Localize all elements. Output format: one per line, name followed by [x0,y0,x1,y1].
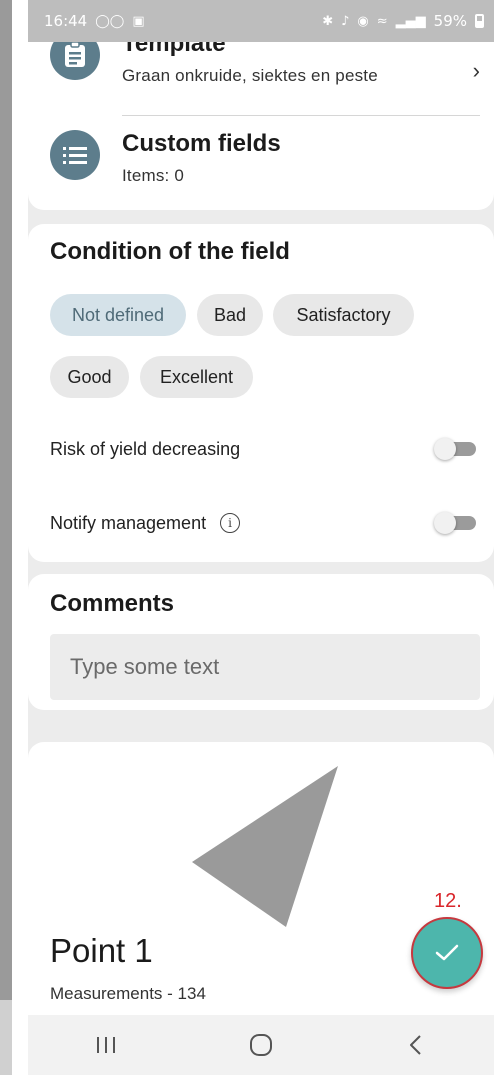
confirm-button[interactable] [411,917,483,989]
notify-row: Notify management i [50,512,480,534]
divider [122,115,480,116]
wifi-icon: ≈ [376,13,388,29]
point-card[interactable]: Point 1 Measurements - 134 [28,742,494,1042]
check-icon [435,944,459,961]
notify-toggle[interactable] [434,512,476,534]
list-icon [50,130,100,180]
point-subtitle: Measurements - 134 [50,984,206,1003]
battery-percent: 59% [433,12,467,30]
comments-card: Comments [28,574,494,710]
chip-bad[interactable]: Bad [197,294,263,336]
image-icon: ▣ [132,13,145,29]
home-icon [249,1034,272,1056]
risk-row: Risk of yield decreasing [50,438,480,460]
custom-fields-row[interactable]: Custom fields Items: 0 [50,130,480,186]
chevron-right-icon: › [472,58,480,83]
condition-title: Condition of the field [50,238,290,265]
custom-fields-title: Custom fields [122,130,281,157]
chip-good[interactable]: Good [50,356,129,398]
left-edge-strip-bottom [0,1000,12,1075]
left-edge-strip [0,0,12,1000]
chip-not-defined[interactable]: Not defined [50,294,186,336]
back-icon [410,1035,422,1055]
location-icon: ◉ [357,13,369,29]
signal-icon: ▂▄▆ [395,13,426,29]
template-subtitle: Graan onkruide, siektes en peste [122,66,378,85]
risk-label: Risk of yield decreasing [50,438,241,459]
notify-label-wrap: Notify management i [50,512,241,534]
comments-title: Comments [50,590,175,617]
battery-icon [475,14,484,28]
bluetooth-icon: ✱ [322,13,334,29]
mute-icon: ♪ [341,13,350,29]
voicemail-icon: ◯◯ [95,13,125,29]
recents-icon [96,1037,115,1053]
shape-preview-icon [192,766,338,927]
custom-fields-subtitle: Items: 0 [122,166,185,185]
chip-satisfactory[interactable]: Satisfactory [273,294,414,336]
system-nav-bar [28,1015,494,1075]
info-icon[interactable]: i [220,513,241,533]
phone-screen: 16:44 ◯◯ ▣ ✱ ♪ ◉ ≈ ▂▄▆ 59% Template Graa… [28,0,494,1075]
risk-toggle[interactable] [434,438,476,460]
condition-card: Condition of the field Not defined Bad S… [28,224,494,562]
comments-input[interactable] [50,634,480,700]
status-bar: 16:44 ◯◯ ▣ ✱ ♪ ◉ ≈ ▂▄▆ 59% [28,0,494,42]
notify-label: Notify management [50,512,207,533]
recents-button[interactable] [66,1020,146,1070]
status-time: 16:44 [44,12,88,30]
back-button[interactable] [376,1020,456,1070]
fab-step-badge: 12. [434,890,462,912]
home-button[interactable] [221,1020,301,1070]
point-title: Point 1 [50,932,153,969]
chip-excellent[interactable]: Excellent [140,356,253,398]
left-edge [0,0,28,1075]
